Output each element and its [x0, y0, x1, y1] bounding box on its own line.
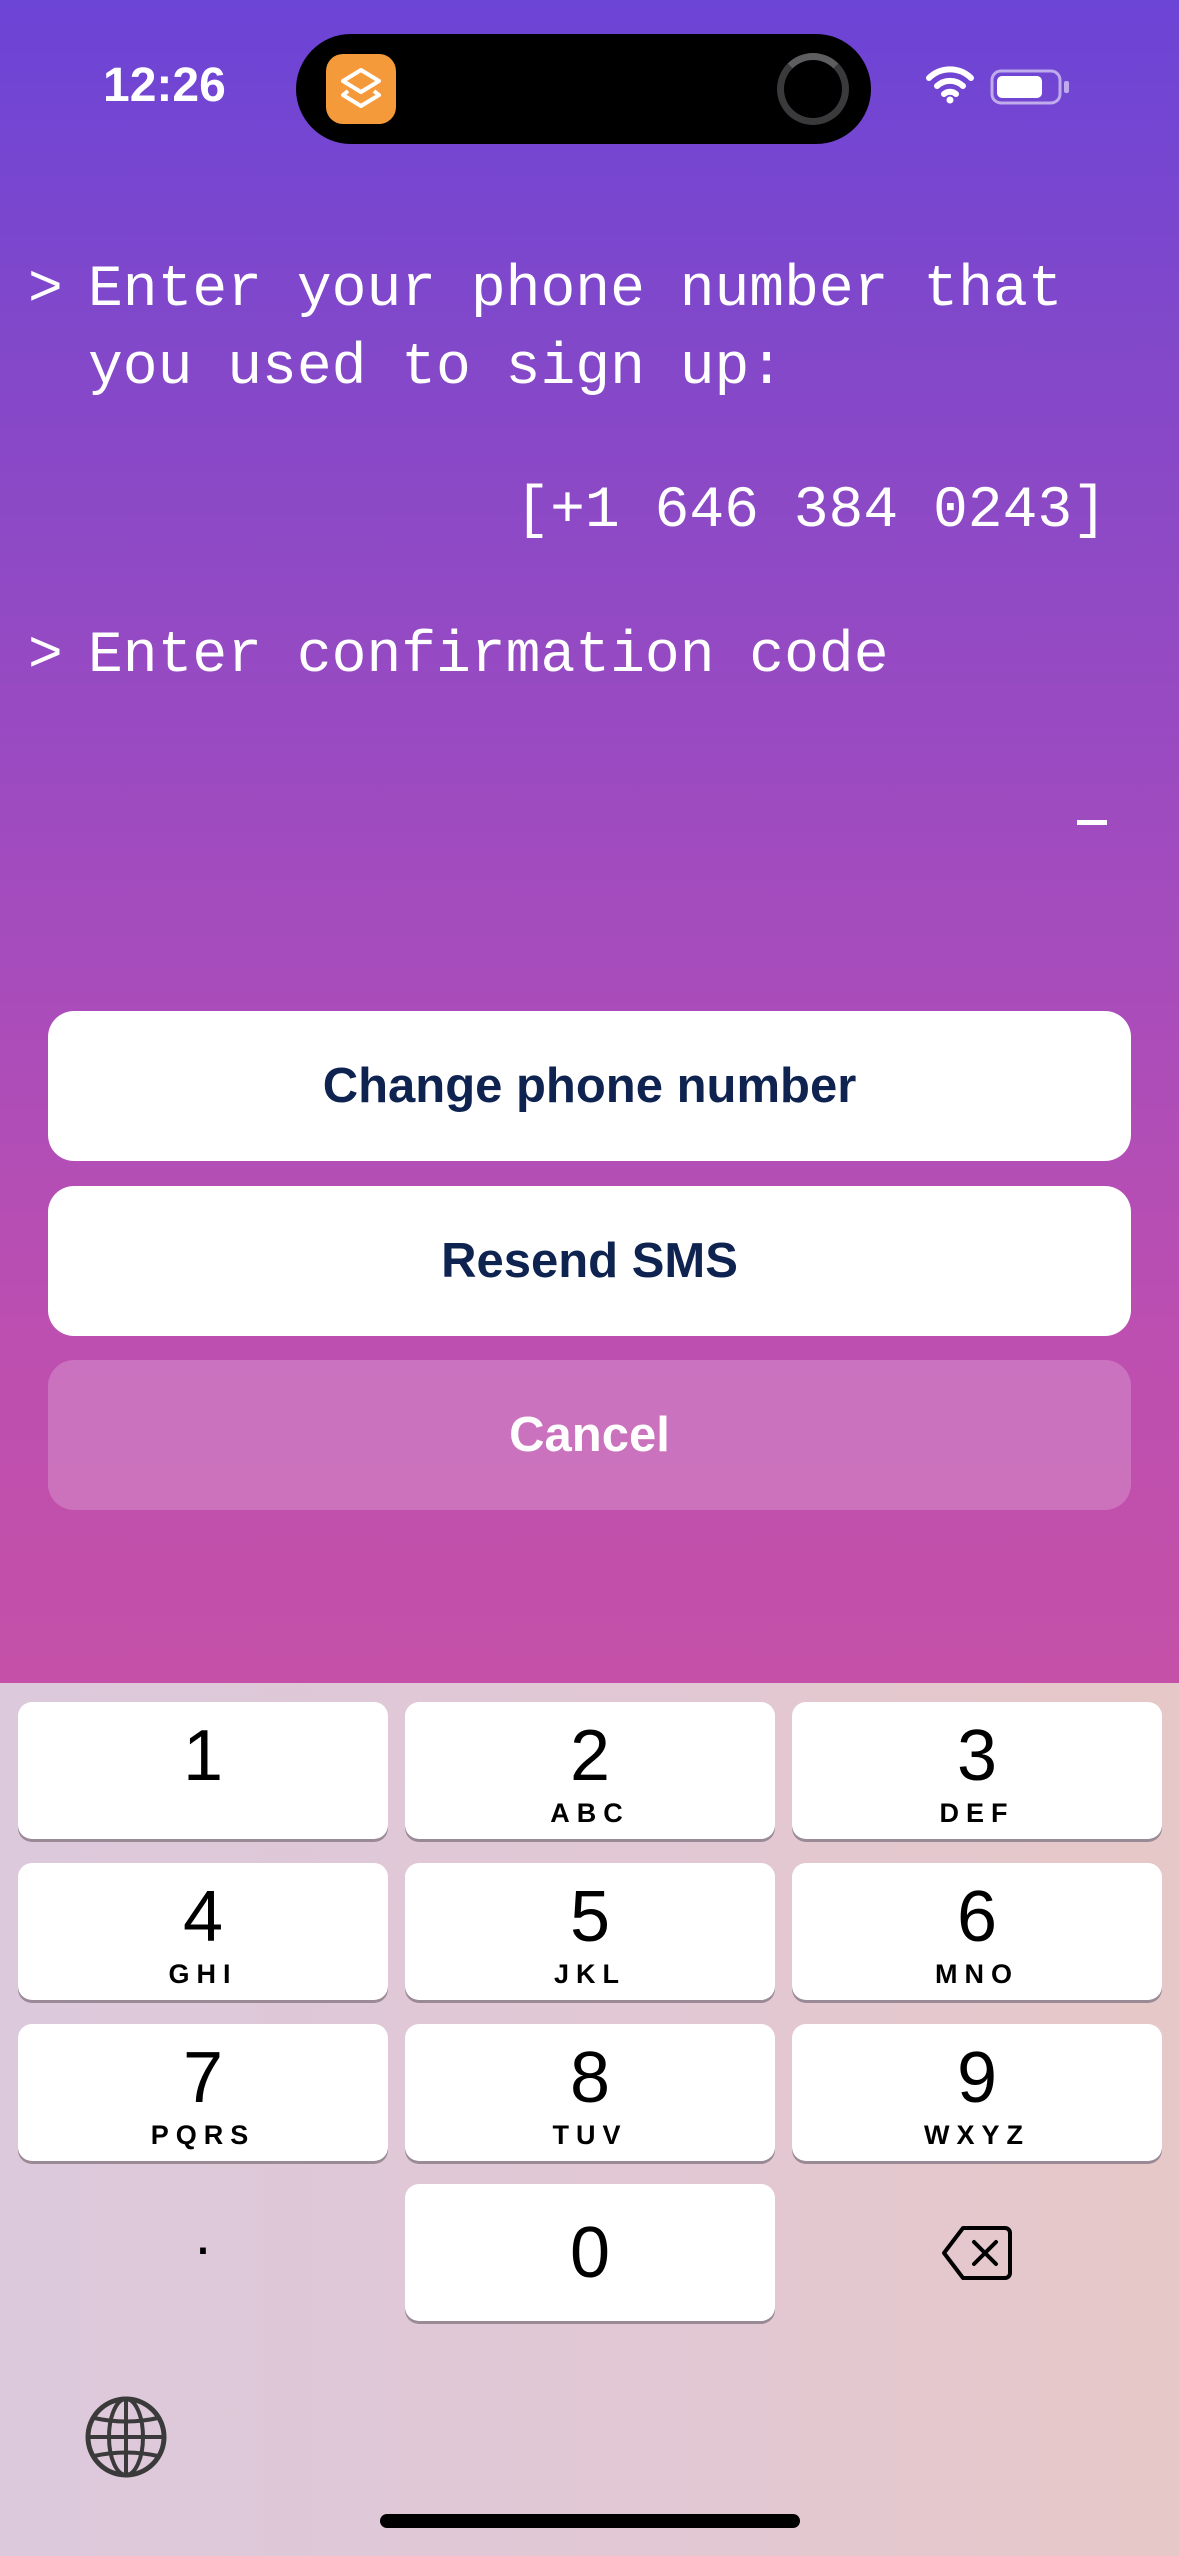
- key-digit: 7: [182, 2038, 224, 2118]
- prompt-caret: >: [28, 624, 63, 689]
- prompt-caret: >: [28, 258, 63, 323]
- code-prompt-text: Enter confirmation code: [88, 624, 889, 689]
- key-digit: 5: [569, 1877, 611, 1957]
- key-letters: WXYZ: [924, 2120, 1030, 2150]
- home-indicator[interactable]: [380, 2514, 800, 2528]
- key-digit: 2: [569, 1716, 611, 1796]
- key-0[interactable]: 0: [405, 2184, 775, 2321]
- globe-icon[interactable]: [84, 2395, 168, 2479]
- key-letters: ABC: [550, 1798, 630, 1828]
- key-4[interactable]: 4 GHI: [18, 1863, 388, 2000]
- phone-prompt-text: Enter your phone number that you used to…: [88, 258, 1063, 401]
- key-digit: 3: [956, 1716, 998, 1796]
- key-letters: GHI: [168, 1959, 238, 1989]
- key-2[interactable]: 2 ABC: [405, 1702, 775, 1839]
- key-8[interactable]: 8 TUV: [405, 2024, 775, 2161]
- battery-icon: [990, 69, 1069, 105]
- key-letters: DEF: [939, 1798, 1015, 1828]
- code-input-cursor[interactable]: [1077, 820, 1107, 825]
- key-letters: MNO: [935, 1959, 1019, 1989]
- dynamic-island: [296, 34, 871, 144]
- key-digit: 4: [182, 1877, 224, 1957]
- key-digit: 1: [182, 1716, 224, 1796]
- shortcuts-app-icon: [326, 54, 396, 124]
- cancel-button[interactable]: Cancel: [48, 1360, 1131, 1510]
- key-digit: 6: [956, 1877, 998, 1957]
- key-digit: 0: [569, 2213, 611, 2293]
- resend-sms-button[interactable]: Resend SMS: [48, 1186, 1131, 1336]
- key-digit: 8: [569, 2038, 611, 2118]
- wifi-icon: [926, 66, 974, 104]
- key-5[interactable]: 5 JKL: [405, 1863, 775, 2000]
- key-letters: JKL: [553, 1959, 626, 1989]
- key-7[interactable]: 7 PQRS: [18, 2024, 388, 2161]
- delete-icon: [942, 2225, 1012, 2280]
- activity-spinner-icon: [777, 53, 849, 125]
- key-digit: 9: [956, 2038, 998, 2118]
- status-time: 12:26: [103, 59, 226, 112]
- key-1[interactable]: 1: [18, 1702, 388, 1839]
- change-phone-number-button[interactable]: Change phone number: [48, 1011, 1131, 1161]
- key-3[interactable]: 3 DEF: [792, 1702, 1162, 1839]
- phone-number-value[interactable]: [+1 646 384 0243]: [515, 473, 1107, 551]
- key-6[interactable]: 6 MNO: [792, 1863, 1162, 2000]
- key-9[interactable]: 9 WXYZ: [792, 2024, 1162, 2161]
- delete-key[interactable]: [792, 2184, 1162, 2321]
- key-letters: TUV: [552, 2120, 628, 2150]
- key-letters: PQRS: [150, 2120, 256, 2150]
- app-screen: 12:26 > Enter your phone number that you…: [0, 0, 1179, 1683]
- key-dot[interactable]: .: [18, 2184, 388, 2321]
